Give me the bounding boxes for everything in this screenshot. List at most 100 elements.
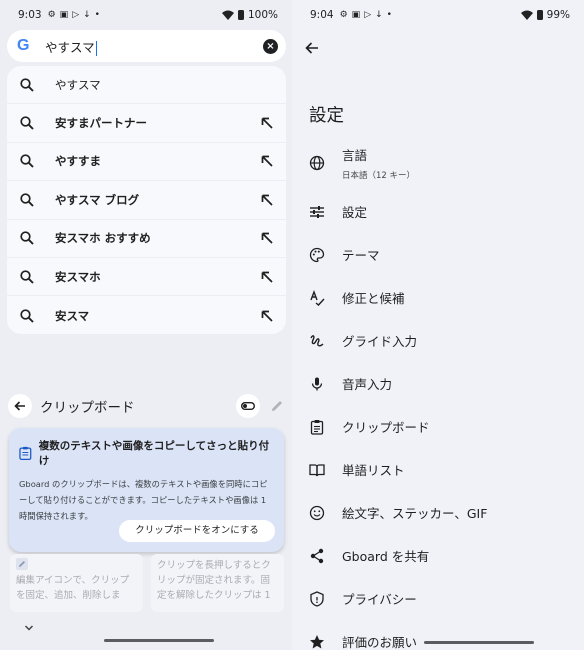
suggestion-text: やすスマ ブログ <box>55 192 140 207</box>
app-status-icon: ▣ <box>351 9 361 20</box>
sliders-icon <box>308 203 326 221</box>
clear-search-button[interactable]: × <box>263 38 278 54</box>
settings-status-icon: ⚙ <box>47 9 56 20</box>
back-arrow-icon[interactable] <box>304 40 320 56</box>
wifi-icon <box>221 10 234 20</box>
settings-item-share[interactable]: Gboard を共有 <box>292 546 584 565</box>
search-input[interactable]: やすスマ <box>45 37 98 56</box>
promo-title: 複数のテキストや画像をコピーしてさっと貼り付け <box>38 440 270 467</box>
gesture-nav-handle[interactable] <box>424 640 534 644</box>
suggestion-text: やすスマ <box>55 77 101 92</box>
battery-icon <box>237 10 244 20</box>
clipboard-header: クリップボード <box>0 390 292 422</box>
fill-query-arrow-icon[interactable] <box>260 154 274 168</box>
download-status-icon: ↓ <box>83 9 91 20</box>
shield-icon <box>308 590 326 608</box>
battery-icon <box>536 10 543 20</box>
settings-item-label: 単語リスト <box>342 463 405 478</box>
fill-query-arrow-icon[interactable] <box>260 270 274 284</box>
search-icon <box>20 269 34 284</box>
spellcheck-icon <box>308 289 326 307</box>
dot-status-icon: • <box>386 9 392 20</box>
clipboard-tip-tile[interactable]: 編集アイコンで、クリップを固定、追加、削除しま <box>10 554 143 612</box>
settings-item-clipboard[interactable]: クリップボード <box>292 417 584 436</box>
settings-item-dictionary[interactable]: 単語リスト <box>292 460 584 479</box>
palette-icon <box>308 246 326 264</box>
app-status-icon: ▣ <box>59 9 69 20</box>
suggestion-item[interactable]: 安スマホ おすすめ <box>7 220 286 258</box>
settings-item-voice-typing[interactable]: 音声入力 <box>292 374 584 393</box>
edit-pencil-icon <box>16 558 28 570</box>
clipboard-tip-tile[interactable]: クリップを長押しするとクリップが固定されます。固定を解除したクリップは 1 <box>151 554 284 612</box>
suggestion-text: 安スマ <box>55 308 90 323</box>
search-icon <box>20 154 34 169</box>
status-time: 9:04 <box>310 9 334 21</box>
clipboard-title: クリップボード <box>40 400 135 416</box>
suggestion-text: 安すまパートナー <box>55 116 147 131</box>
back-arrow-icon <box>14 401 25 411</box>
enable-clipboard-button[interactable]: クリップボードをオンにする <box>119 520 275 542</box>
clipboard-toggle[interactable] <box>236 394 260 418</box>
share-icon <box>308 547 326 565</box>
chevron-down-icon[interactable] <box>23 622 35 634</box>
suggestion-item[interactable]: 安すまパートナー <box>7 104 286 143</box>
search-icon <box>20 193 34 207</box>
status-bar: 9:03 ⚙ ▣ ▷ ↓ • 100% <box>0 0 292 30</box>
clipboard-tiles: 編集アイコンで、クリップを固定、追加、削除しま クリップを長押しするとクリップが… <box>10 554 284 612</box>
clipboard-back-button[interactable] <box>8 394 32 418</box>
fill-query-arrow-icon[interactable] <box>260 309 274 323</box>
tile-text: 編集アイコンで、クリップを固定、追加、削除しま <box>16 575 130 601</box>
suggestion-item[interactable]: 安スマ <box>7 296 286 334</box>
dictionary-icon <box>308 461 326 479</box>
mic-icon <box>308 375 326 393</box>
settings-item-label: 音声入力 <box>342 377 393 392</box>
settings-item-text-correction[interactable]: 修正と候補 <box>292 288 584 307</box>
settings-item-glide-typing[interactable]: グライド入力 <box>292 331 584 350</box>
battery-level: 99% <box>546 9 570 21</box>
settings-item-emoji[interactable]: 絵文字、ステッカー、GIF <box>292 503 584 522</box>
download-status-icon: ↓ <box>375 9 383 20</box>
settings-item-preferences[interactable]: 設定 <box>292 202 584 221</box>
text-cursor <box>95 40 98 56</box>
gesture-nav-handle[interactable] <box>104 638 214 642</box>
promo-body: Gboard のクリップボードは、複数のテキストや画像を同時にコピーして貼り付け… <box>19 479 268 521</box>
settings-item-label: テーマ <box>342 248 380 263</box>
fill-query-arrow-icon[interactable] <box>260 116 274 130</box>
settings-item-label: プライバシー <box>342 592 417 607</box>
settings-item-label: 設定 <box>342 205 368 220</box>
wifi-icon <box>520 10 533 20</box>
status-bar: 9:04 ⚙ ▣ ▷ ↓ • 99% <box>292 0 584 30</box>
settings-item-label: 評価のお願い <box>342 635 418 650</box>
suggestion-text: 安スマホ <box>55 269 101 284</box>
suggestion-item[interactable]: 安スマホ <box>7 258 286 297</box>
search-icon <box>20 308 34 323</box>
fill-query-arrow-icon[interactable] <box>260 193 274 207</box>
fill-query-arrow-icon[interactable] <box>260 231 274 245</box>
settings-item-subtitle: 日本語（12 キー） <box>342 171 416 181</box>
settings-item-label: Gboard を共有 <box>342 549 430 564</box>
edit-pencil-icon[interactable] <box>270 399 284 413</box>
globe-icon <box>308 154 326 172</box>
search-screen: 9:03 ⚙ ▣ ▷ ↓ • 100% G やすスマ × やすスマ 安すまパート… <box>0 0 292 650</box>
clipboard-promo-card: 複数のテキストや画像をコピーしてさっと貼り付け Gboard のクリップボードは… <box>9 428 284 552</box>
settings-item-theme[interactable]: テーマ <box>292 245 584 264</box>
settings-item-label: 絵文字、ステッカー、GIF <box>342 506 488 521</box>
suggestion-text: 安スマホ おすすめ <box>55 231 151 246</box>
search-icon <box>20 231 34 245</box>
settings-item-privacy[interactable]: プライバシー <box>292 589 584 608</box>
clipboard-icon <box>19 446 32 460</box>
search-bar[interactable]: G やすスマ × <box>7 30 286 62</box>
tile-text: クリップを長押しするとクリップが固定されます。固定を解除したクリップは 1 <box>157 560 271 601</box>
settings-item-label: 言語 <box>342 148 368 163</box>
suggestion-text: やすすま <box>55 154 101 169</box>
settings-status-icon: ⚙ <box>339 9 348 20</box>
clipboard-icon <box>308 418 326 436</box>
suggestion-item[interactable]: やすスマ ブログ <box>7 181 286 220</box>
suggestion-item[interactable]: やすスマ <box>7 66 286 105</box>
suggestion-item[interactable]: やすすま <box>7 143 286 182</box>
play-status-icon: ▷ <box>72 9 80 20</box>
settings-screen: 9:04 ⚙ ▣ ▷ ↓ • 99% 設定 言語 日本語（12 キー） 設定 テ… <box>292 0 584 650</box>
settings-item-language[interactable]: 言語 日本語（12 キー） <box>292 145 584 181</box>
settings-item-label: 修正と候補 <box>342 291 405 306</box>
status-time: 9:03 <box>18 9 42 21</box>
